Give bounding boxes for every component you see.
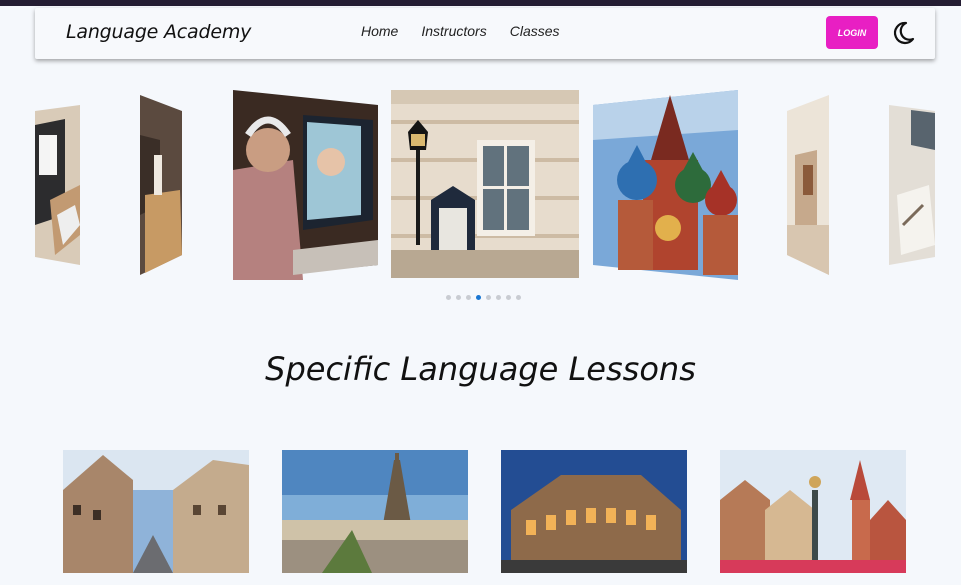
carousel-dot-active[interactable]	[476, 295, 481, 300]
carousel-dot[interactable]	[446, 295, 451, 300]
carousel-dot[interactable]	[516, 295, 521, 300]
theme-toggle-button[interactable]	[889, 19, 917, 47]
carousel-slide-moscow[interactable]	[593, 90, 738, 280]
top-bar	[0, 0, 961, 6]
carousel-dots	[446, 295, 521, 300]
carousel-slide-people[interactable]	[140, 95, 182, 275]
lesson-card-paris[interactable]	[282, 450, 468, 573]
carousel-slide-classroom[interactable]	[787, 95, 829, 275]
nav-home[interactable]: Home	[361, 23, 398, 39]
brand-logo[interactable]: Language Academy	[66, 21, 251, 43]
section-title: Specific Language Lessons	[265, 350, 696, 388]
lesson-card-madrid[interactable]	[63, 450, 249, 573]
lesson-card-rome[interactable]	[501, 450, 687, 573]
nav-instructors[interactable]: Instructors	[421, 23, 486, 39]
nav-links: Home Instructors Classes	[361, 23, 560, 39]
moon-icon	[893, 21, 915, 44]
lesson-card-frankfurt[interactable]	[720, 450, 906, 573]
carousel-slide-laptop[interactable]	[35, 105, 80, 265]
nav-classes[interactable]: Classes	[510, 23, 560, 39]
carousel-slide-london[interactable]	[391, 90, 579, 278]
image-carousel[interactable]	[0, 85, 961, 285]
login-button[interactable]: LOGIN	[826, 16, 878, 49]
carousel-slide-writing[interactable]	[889, 105, 935, 265]
carousel-dot[interactable]	[466, 295, 471, 300]
carousel-slide-video-call[interactable]	[233, 90, 378, 280]
navbar: Language Academy Home Instructors Classe…	[35, 8, 935, 59]
carousel-dot[interactable]	[496, 295, 501, 300]
carousel-dot[interactable]	[506, 295, 511, 300]
carousel-dot[interactable]	[486, 295, 491, 300]
carousel-dot[interactable]	[456, 295, 461, 300]
